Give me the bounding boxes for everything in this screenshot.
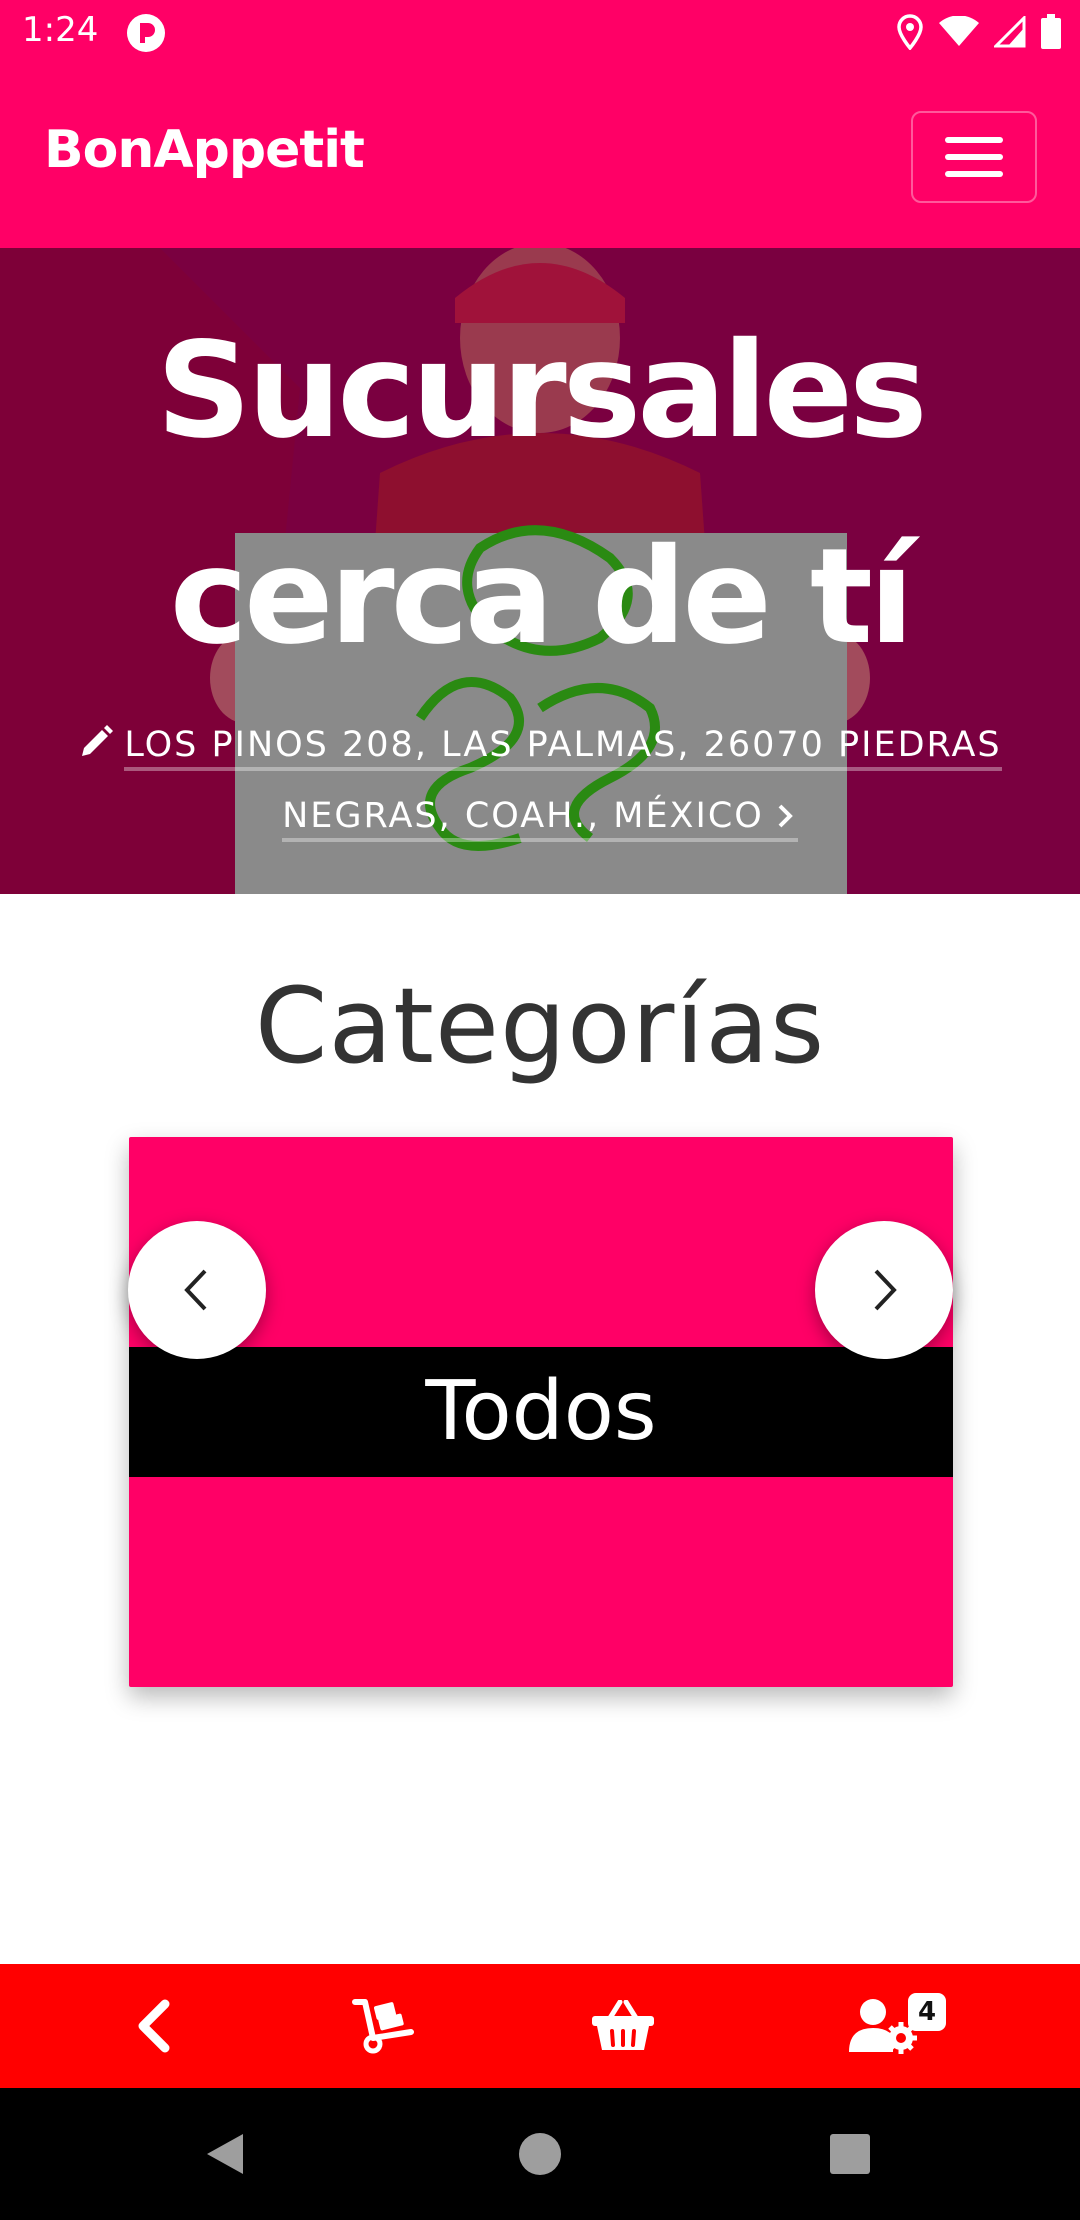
account-notification-badge: 4	[908, 1993, 946, 2031]
chevron-right-icon	[874, 1269, 897, 1311]
nav-back-button[interactable]	[90, 1964, 215, 2088]
brand-logo[interactable]: BonAppetit	[44, 120, 365, 180]
shopping-basket-icon	[591, 2000, 654, 2050]
location-icon	[897, 14, 923, 50]
hero-title: Sucursales cerca de tí	[0, 288, 1080, 700]
carousel-prev-button[interactable]	[128, 1221, 266, 1359]
hero-title-line2: cerca de tí	[169, 520, 914, 674]
battery-icon	[1041, 14, 1061, 49]
hand-truck-icon	[351, 1999, 414, 2054]
back-triangle-icon	[207, 2134, 243, 2174]
system-back-button[interactable]	[190, 2088, 260, 2220]
status-bar: 1:24	[0, 0, 1080, 64]
address-line1: LOS PINOS 208, LAS PALMAS, 26070 PIEDRAS	[124, 725, 1002, 771]
signal-icon	[994, 16, 1026, 48]
nav-cart-button[interactable]	[560, 1964, 685, 2088]
back-arrow-icon	[138, 1999, 169, 2053]
status-time: 1:24	[22, 10, 99, 50]
home-circle-icon	[519, 2133, 561, 2175]
status-icons	[896, 12, 1062, 52]
recents-square-icon	[830, 2134, 870, 2174]
hamburger-menu-icon	[945, 137, 1003, 143]
chevron-right-icon	[778, 804, 793, 828]
address-line2: NEGRAS, COAH., MÉXICO	[282, 796, 764, 836]
carousel-next-button[interactable]	[815, 1221, 953, 1359]
app-notification-icon	[126, 13, 166, 53]
category-label-band: Todos	[129, 1347, 953, 1477]
system-recents-button[interactable]	[810, 2088, 890, 2220]
category-label: Todos	[425, 1364, 657, 1459]
system-nav-bar	[0, 2088, 1080, 2220]
app-header: BonAppetit	[0, 64, 1080, 248]
system-home-button[interactable]	[500, 2088, 580, 2220]
nav-orders-button[interactable]	[320, 1964, 445, 2088]
pencil-icon	[82, 725, 114, 756]
category-card[interactable]: Todos	[129, 1137, 953, 1687]
wifi-icon	[939, 16, 979, 46]
chevron-left-icon	[184, 1269, 207, 1311]
menu-button[interactable]	[911, 111, 1037, 203]
hero-banner: Sucursales cerca de tí LOS PINOS 208, LA…	[0, 248, 1080, 894]
hero-title-line1: Sucursales	[156, 314, 927, 468]
categories-title: Categorías	[254, 965, 826, 1087]
branch-address-link[interactable]: LOS PINOS 208, LAS PALMAS, 26070 PIEDRAS…	[70, 710, 1010, 852]
